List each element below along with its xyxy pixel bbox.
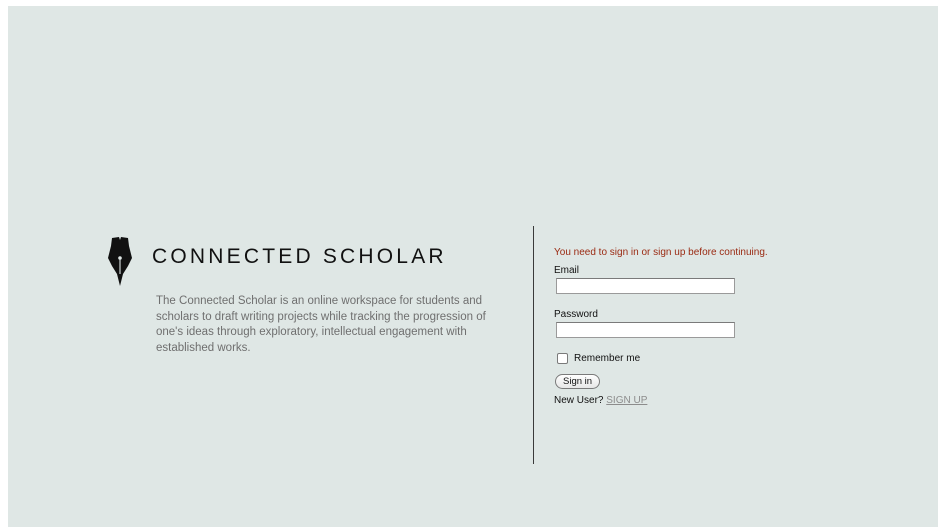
brand-title: CONNECTED SCHOLAR	[152, 245, 447, 268]
sign-in-form: You need to sign in or sign up before co…	[554, 246, 854, 406]
brand-description: The Connected Scholar is an online works…	[156, 295, 486, 354]
new-user-row: New User? SIGN UP	[554, 395, 854, 406]
remember-me-checkbox[interactable]	[557, 352, 568, 364]
sign-in-button[interactable]: Sign in	[555, 374, 601, 389]
password-field[interactable]	[556, 322, 735, 338]
new-user-text: New User?	[554, 395, 604, 406]
password-label: Password	[554, 309, 598, 320]
fountain-pen-nib-icon	[108, 237, 132, 286]
email-label: Email	[554, 265, 580, 276]
email-field[interactable]	[556, 278, 735, 294]
vertical-divider	[533, 226, 534, 464]
sign-in-alert: You need to sign in or sign up before co…	[554, 247, 768, 258]
remember-me-row: Remember me	[554, 351, 854, 365]
brand-logo: CONNECTED SCHOLAR	[108, 236, 518, 286]
sign-up-link[interactable]: SIGN UP	[606, 395, 647, 406]
remember-me-label: Remember me	[574, 352, 641, 364]
